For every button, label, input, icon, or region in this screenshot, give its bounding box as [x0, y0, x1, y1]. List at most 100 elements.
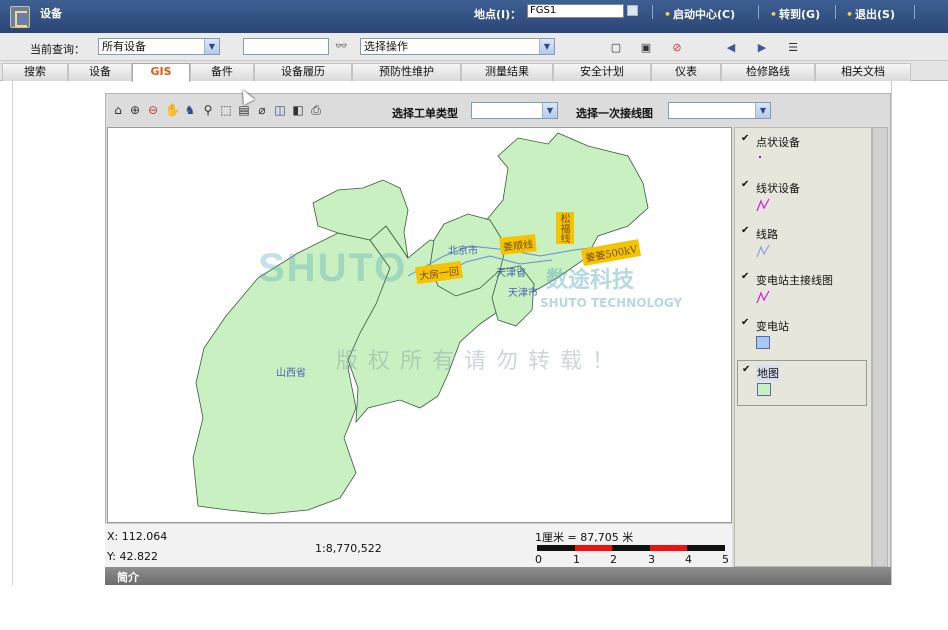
location-label: 地点(I)：: [474, 8, 522, 21]
diagram-label: 选择一次接线图: [576, 107, 653, 120]
zoom-out-icon[interactable]: ⊖: [146, 103, 160, 117]
legend-label: 地图: [757, 365, 779, 381]
identify-icon[interactable]: ⚲: [201, 103, 215, 117]
checkbox[interactable]: ✔: [741, 226, 751, 236]
scale-caption: 1厘米 = 87,705 米: [535, 531, 634, 544]
tab-asset-history[interactable]: 设备履历: [254, 63, 352, 81]
scale-segment: [574, 545, 613, 551]
list-icon[interactable]: ☰: [786, 41, 800, 54]
location-input[interactable]: FGS1: [527, 4, 624, 18]
map-status-bar: X: 112.064 Y: 42.822 1:8,770,522 1厘米 = 8…: [105, 523, 732, 567]
chevron-down-icon[interactable]: ▼: [755, 103, 770, 118]
bullet-icon: •: [770, 8, 778, 21]
divider: [652, 5, 653, 19]
tab-meters[interactable]: 仪表: [651, 63, 721, 81]
watermark-logo: SHUTO: [258, 246, 408, 290]
chevron-down-icon[interactable]: ▼: [204, 39, 219, 54]
search-input[interactable]: [243, 38, 329, 55]
map-canvas[interactable]: SHUTO 数途科技 SHUTO TECHNOLOGY 版权所有请勿转载！ 北京…: [107, 127, 732, 523]
full-extent-icon[interactable]: ⌂: [111, 103, 125, 117]
label-beijing: 北京市: [448, 246, 478, 257]
tab-measurements[interactable]: 测量结果: [461, 63, 553, 81]
checkbox[interactable]: ✔: [741, 272, 751, 282]
map-svg: [192, 132, 649, 515]
save-icon[interactable]: ▣: [639, 41, 653, 54]
checkbox[interactable]: ✔: [741, 318, 751, 328]
layers-icon[interactable]: ◧: [291, 103, 305, 117]
tab-gis[interactable]: GIS: [132, 63, 190, 82]
legend-item-map[interactable]: ✔ 地图: [737, 360, 867, 406]
line-tag-songfu[interactable]: 松福线: [556, 212, 574, 244]
legend-label: 线路: [756, 228, 778, 241]
tab-inspection-routes[interactable]: 检修路线: [721, 63, 815, 81]
legend-scrollbar[interactable]: [872, 127, 888, 567]
bullet-icon: •: [846, 8, 854, 21]
intro-section-header[interactable]: 简介: [105, 567, 891, 585]
line-symbol-icon: [756, 198, 770, 215]
scale-tick: 1: [573, 553, 580, 566]
divider: [914, 5, 915, 19]
line-symbol-icon: [756, 290, 770, 307]
binoculars-icon[interactable]: 👓: [335, 41, 347, 52]
select-icon[interactable]: ⬚: [219, 103, 233, 117]
tab-asset[interactable]: 设备: [68, 63, 132, 81]
clear-icon[interactable]: ⊘: [670, 41, 684, 54]
scale-segment: [687, 545, 725, 551]
watermark-company-en: SHUTO TECHNOLOGY: [540, 296, 683, 310]
goto-link[interactable]: • 转到(G): [770, 6, 820, 22]
scale-tick: 0: [535, 553, 542, 566]
scale-tick: 4: [685, 553, 692, 566]
signout-label: 退出(S): [855, 8, 896, 21]
query-select-value: 所有设备: [102, 40, 146, 53]
eraser-icon[interactable]: ⌀: [255, 103, 269, 117]
goto-label: 转到(G): [779, 8, 821, 21]
label-shanxi: 山西省: [276, 368, 306, 379]
print-icon[interactable]: ⎙: [309, 103, 323, 117]
watermark-company-cn: 数途科技: [546, 268, 635, 293]
start-center-link[interactable]: • 启动中心(C): [664, 6, 735, 22]
workorder-type-label: 选择工单类型: [392, 107, 458, 120]
find-icon[interactable]: ♞: [183, 103, 197, 117]
tab-preventive-maintenance[interactable]: 预防性维护: [352, 63, 461, 81]
next-icon[interactable]: ▶: [755, 41, 769, 54]
tab-search[interactable]: 搜索: [2, 63, 68, 81]
scale-bar: [537, 545, 725, 551]
divider: [758, 5, 759, 19]
new-record-icon[interactable]: ▢: [609, 41, 623, 54]
previous-icon[interactable]: ◀: [724, 41, 738, 54]
tab-related-documents[interactable]: 相关文档: [815, 63, 911, 81]
app-logo-icon: [10, 6, 30, 28]
tab-spare-parts[interactable]: 备件: [190, 63, 254, 81]
location-lookup-icon[interactable]: [627, 5, 638, 16]
info-icon[interactable]: ◫: [273, 103, 287, 117]
signout-link[interactable]: • 退出(S): [846, 6, 895, 22]
action-select-value: 选择操作: [364, 40, 408, 53]
checkbox[interactable]: ✔: [742, 365, 752, 375]
scale-tick: 5: [722, 553, 729, 566]
scale-segment: [612, 545, 650, 551]
measure-icon[interactable]: ▤: [237, 103, 251, 117]
scale-tick: 2: [610, 553, 617, 566]
chevron-down-icon[interactable]: ▼: [542, 103, 557, 118]
action-select[interactable]: 选择操作 ▼: [360, 38, 555, 55]
bullet-icon: •: [664, 8, 672, 21]
zoom-in-icon[interactable]: ⊕: [128, 103, 142, 117]
checkbox[interactable]: ✔: [741, 134, 751, 144]
diagram-select[interactable]: ▼: [668, 102, 771, 119]
app-title: 设备: [40, 7, 62, 20]
divider: [835, 5, 836, 19]
coordinate-x: X: 112.064: [107, 530, 168, 543]
query-select[interactable]: 所有设备 ▼: [98, 38, 220, 55]
tab-safety-plan[interactable]: 安全计划: [553, 63, 651, 81]
checkbox[interactable]: ✔: [741, 180, 751, 190]
workorder-type-select[interactable]: ▼: [471, 102, 558, 119]
watermark-copyright: 版权所有请勿转载！: [336, 349, 625, 374]
pan-hand-icon[interactable]: ✋: [165, 103, 180, 117]
intro-label: 简介: [117, 571, 139, 584]
start-center-label: 启动中心(C): [673, 8, 736, 21]
chevron-down-icon[interactable]: ▼: [539, 39, 554, 54]
point-symbol-icon: [756, 152, 764, 162]
map-swatch-icon: [757, 383, 771, 396]
legend-label: 变电站主接线图: [756, 274, 833, 287]
legend-label: 变电站: [756, 320, 789, 333]
